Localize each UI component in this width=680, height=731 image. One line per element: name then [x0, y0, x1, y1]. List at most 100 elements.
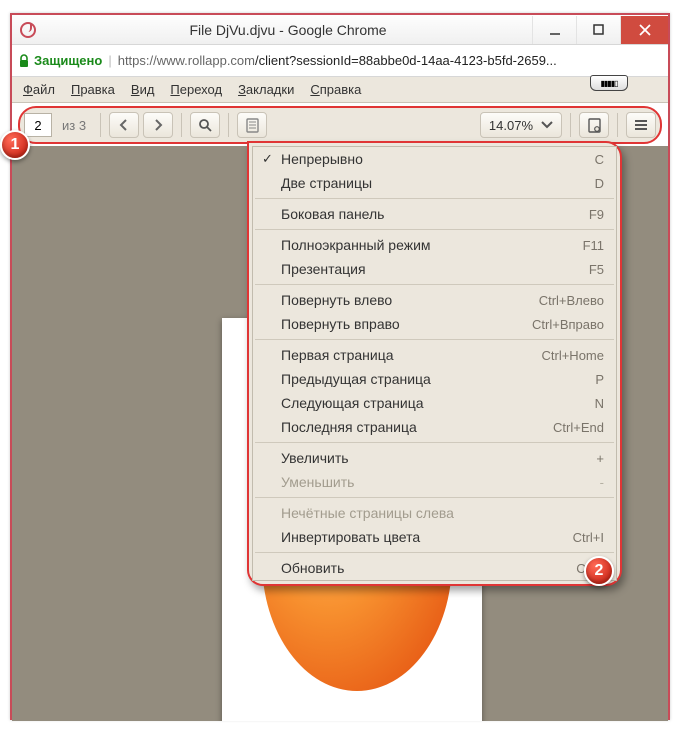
secure-label: Защищено [34, 53, 102, 68]
search-icon [198, 118, 212, 132]
prev-page-button[interactable] [109, 112, 139, 138]
zoom-dropdown[interactable]: 14.07% [480, 112, 562, 138]
page-icon [588, 118, 601, 133]
menu-item-label: Инвертировать цвета [281, 529, 420, 545]
close-button[interactable] [620, 16, 668, 44]
menu-go[interactable]: Переход [163, 80, 229, 99]
menu-separator [255, 339, 614, 340]
secure-indicator: Защищено [18, 53, 102, 68]
menu-bookmarks[interactable]: Закладки [231, 80, 301, 99]
menu-item-label: Две страницы [281, 175, 372, 191]
titlebar: File DjVu.djvu - Google Chrome [12, 15, 668, 45]
menu-item-shortcut: + [596, 451, 604, 466]
url-bar[interactable]: Защищено | https://www.rollapp.com/clien… [12, 45, 668, 77]
menu-item-label: Последняя страница [281, 419, 417, 435]
menu-separator [255, 198, 614, 199]
menu-item-label: Боковая панель [281, 206, 384, 222]
menu-separator [255, 552, 614, 553]
window-controls [532, 16, 668, 44]
url-text: https://www.rollapp.com/client?sessionId… [118, 53, 662, 68]
hamburger-icon [634, 119, 648, 131]
menu-item-shortcut: D [595, 176, 604, 191]
menu-item-shortcut: Ctrl+End [553, 420, 604, 435]
menu-item-label: Повернуть влево [281, 292, 392, 308]
toolbar: из 3 14.07% [24, 110, 656, 140]
view-menu-highlight: Непрерывно C Две страницы D Боковая панель F9… [247, 141, 622, 586]
menu-item[interactable]: Повернуть вправо Ctrl+Вправо [253, 312, 616, 336]
toolbar-separator [570, 113, 571, 137]
menu-view[interactable]: Вид [124, 80, 162, 99]
app-menubar: Файл Правка Вид Переход Закладки Справка… [12, 77, 668, 103]
close-icon [639, 24, 651, 36]
menu-item-label: Предыдущая страница [281, 371, 431, 387]
menu-item-shortcut: Ctrl+Влево [539, 293, 604, 308]
toolbar-separator [228, 113, 229, 137]
menu-item-label: Повернуть вправо [281, 316, 400, 332]
menu-item[interactable]: ПрезентацияF5 [253, 257, 616, 281]
battery-indicator: ▮▮▮▮▯ [590, 75, 628, 91]
menu-file[interactable]: Файл [16, 80, 62, 99]
menu-item-shortcut: C [595, 152, 604, 167]
menu-item[interactable]: Предыдущая страница P [253, 367, 616, 391]
menu-item[interactable]: ОбновитьCtrl+ [253, 556, 616, 580]
menu-item-label: Непрерывно [281, 151, 363, 167]
menu-item-shortcut: Ctrl+Home [542, 348, 605, 363]
chevron-down-icon [541, 121, 553, 129]
menu-item-label: Нечётные страницы слева [281, 505, 454, 521]
menu-item[interactable]: Первая страница Ctrl+Home [253, 343, 616, 367]
menu-item[interactable]: Последняя страница Ctrl+End [253, 415, 616, 439]
menu-item-label: Первая страница [281, 347, 394, 363]
menu-item-label: Следующая страница [281, 395, 424, 411]
menu-item[interactable]: Боковая панель F9 [253, 202, 616, 226]
note-icon [246, 118, 259, 133]
menu-item-shortcut: - [600, 475, 604, 490]
zoom-value: 14.07% [489, 118, 533, 133]
url-separator: | [108, 53, 111, 68]
menu-separator [255, 284, 614, 285]
menu-item-shortcut: F11 [583, 238, 604, 253]
menu-item-label: Обновить [281, 560, 344, 576]
maximize-button[interactable] [576, 16, 620, 44]
menu-item[interactable]: Следующая страница N [253, 391, 616, 415]
menu-item[interactable]: Инвертировать цвета Ctrl+I [253, 525, 616, 549]
toolbar-highlight: из 3 14.07% [18, 106, 662, 144]
menu-item[interactable]: Повернуть влево Ctrl+Влево [253, 288, 616, 312]
search-button[interactable] [190, 112, 220, 138]
menu-item-shortcut: Ctrl+Вправо [532, 317, 604, 332]
window-title: File DjVu.djvu - Google Chrome [44, 22, 532, 38]
callout-badge-2: 2 [584, 556, 614, 586]
minimize-icon [549, 24, 561, 36]
page-number-input[interactable] [24, 113, 52, 137]
annotations-button[interactable] [237, 112, 267, 138]
next-page-button[interactable] [143, 112, 173, 138]
menu-item[interactable]: Непрерывно C [253, 147, 616, 171]
menu-edit[interactable]: Правка [64, 80, 122, 99]
menu-item-shortcut: P [595, 372, 604, 387]
toolbar-separator [617, 113, 618, 137]
menu-item[interactable]: Две страницы D [253, 171, 616, 195]
toolbar-separator [181, 113, 182, 137]
url-path: /client?sessionId=88abbe0d-14aa-4123-b5f… [255, 53, 557, 68]
menu-item-shortcut: F9 [589, 207, 604, 222]
menu-item: Нечётные страницы слева [253, 501, 616, 525]
menu-item[interactable]: Увеличить+ [253, 446, 616, 470]
menu-item-label: Уменьшить [281, 474, 354, 490]
menu-item-label: Полноэкранный режим [281, 237, 431, 253]
url-host: https://www.rollapp.com [118, 53, 255, 68]
chevron-right-icon [153, 119, 163, 131]
hamburger-menu-button[interactable] [626, 112, 656, 138]
minimize-button[interactable] [532, 16, 576, 44]
menu-item[interactable]: Полноэкранный режим F11 [253, 233, 616, 257]
callout-badge-1: 1 [0, 130, 30, 160]
app-favicon [20, 22, 36, 38]
menu-item-shortcut: Ctrl+I [573, 530, 604, 545]
page-options-button[interactable] [579, 112, 609, 138]
menu-help[interactable]: Справка [303, 80, 368, 99]
chevron-left-icon [119, 119, 129, 131]
menu-item-shortcut: N [595, 396, 604, 411]
lock-icon [18, 54, 30, 68]
menu-separator [255, 229, 614, 230]
menu-item: Уменьшить - [253, 470, 616, 494]
toolbar-separator [100, 113, 101, 137]
maximize-icon [593, 24, 604, 35]
